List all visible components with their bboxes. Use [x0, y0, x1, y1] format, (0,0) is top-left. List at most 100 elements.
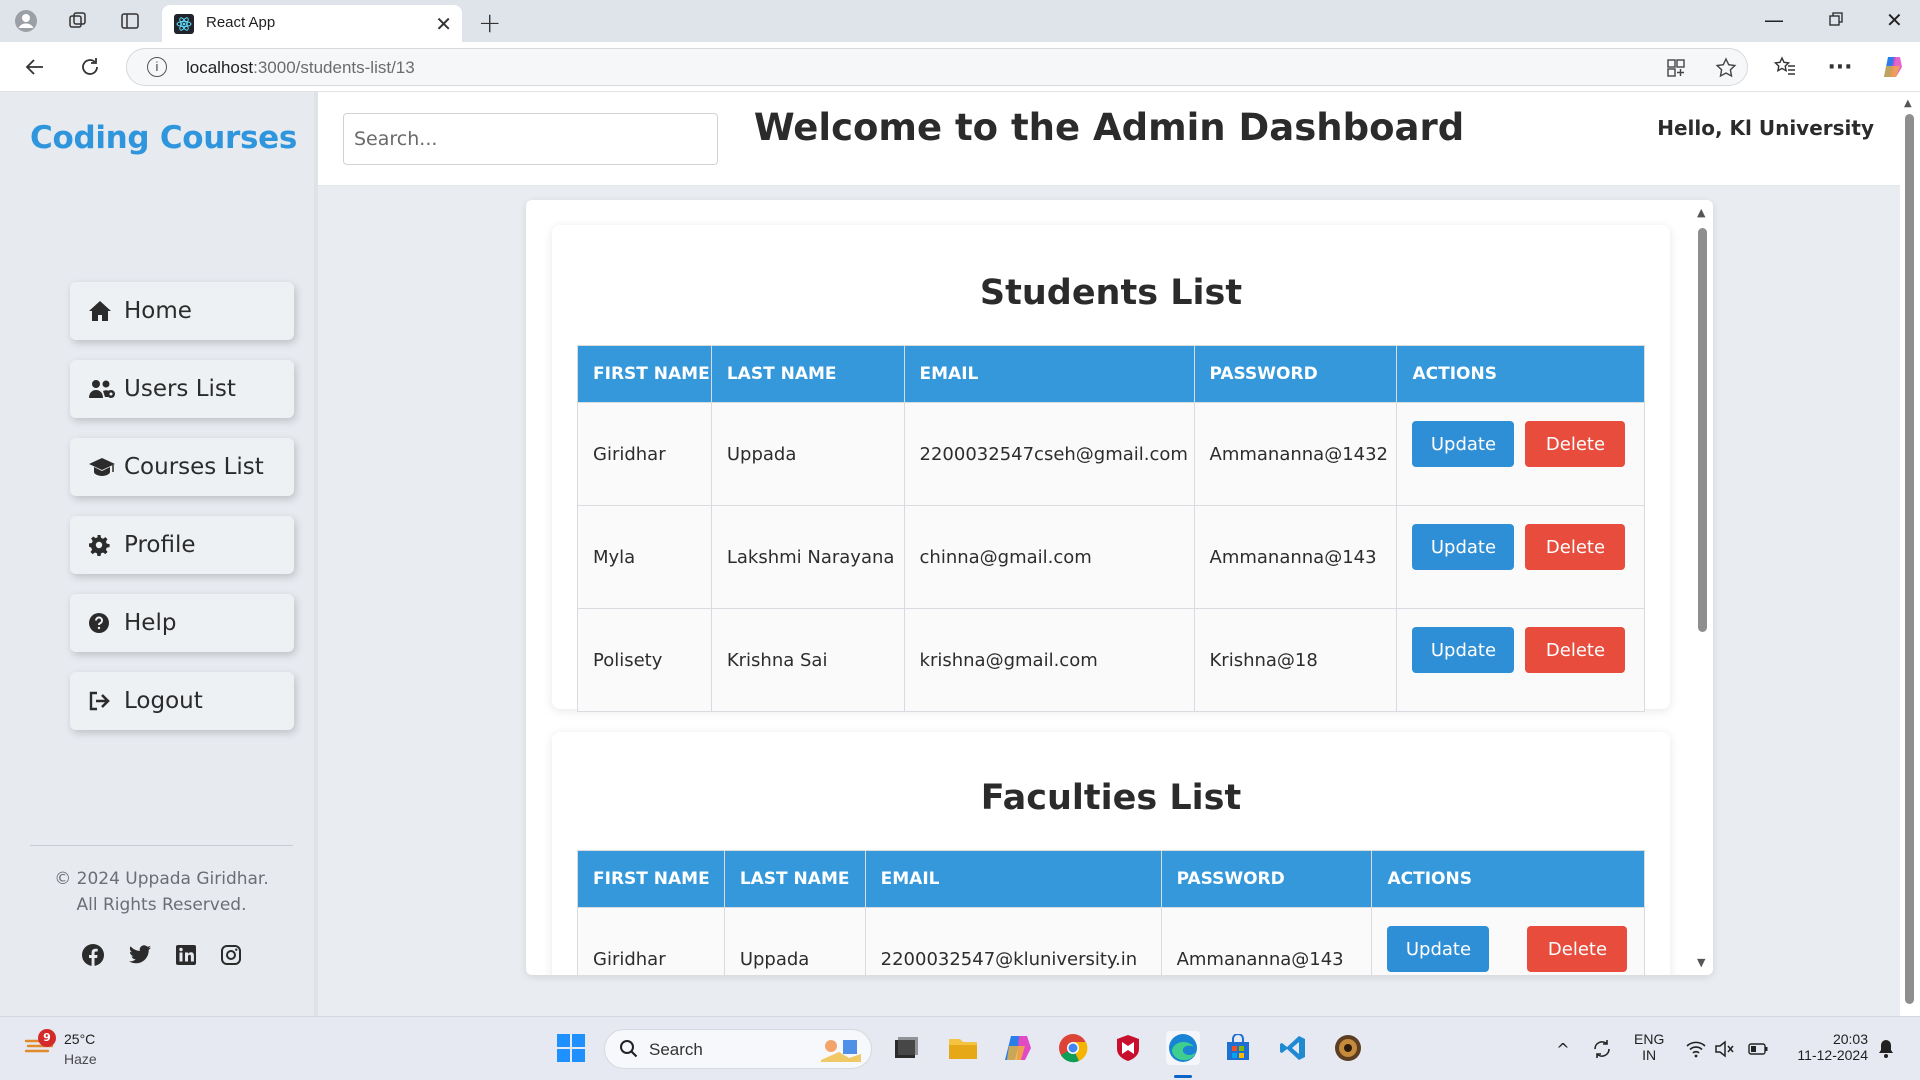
- students-title: Students List: [979, 273, 1243, 313]
- temperature: 25°C: [64, 1031, 96, 1047]
- url-text: localhost:3000/students-list/13: [186, 58, 415, 77]
- table-row: Myla Lakshmi Narayana chinna@gmail.com A…: [577, 505, 1645, 609]
- file-explorer-icon[interactable]: [946, 1031, 980, 1065]
- favorites-icon[interactable]: [1772, 54, 1798, 80]
- table-row: Polisety Krishna Sai krishna@gmail.com K…: [577, 608, 1645, 712]
- question-icon: [88, 611, 116, 635]
- favorite-star-icon[interactable]: [1715, 57, 1737, 79]
- more-options-icon[interactable]: ···: [1827, 54, 1853, 80]
- copilot-icon[interactable]: [1880, 54, 1906, 80]
- facebook-icon[interactable]: [80, 942, 106, 968]
- update-button[interactable]: Update: [1412, 421, 1515, 467]
- edge-icon[interactable]: [1166, 1031, 1200, 1065]
- delete-button[interactable]: Delete: [1527, 926, 1628, 972]
- sidebar-divider: [30, 845, 293, 846]
- search-highlight-icon: [821, 1040, 861, 1062]
- students-card: Students List FIRST NAME LAST NAME EMAIL…: [552, 225, 1670, 712]
- scroll-up-icon[interactable]: ▲: [1697, 206, 1705, 219]
- email-cell: 2200032547cseh@gmail.com: [903, 402, 1195, 506]
- restore-icon[interactable]: [1828, 8, 1844, 32]
- delete-button[interactable]: Delete: [1525, 421, 1626, 467]
- actions-cell: Update Delete: [1396, 505, 1645, 609]
- scrollbar-thumb[interactable]: [1698, 228, 1707, 632]
- refresh-icon[interactable]: [77, 54, 103, 80]
- column-header: PASSWORD: [1193, 345, 1398, 403]
- volume-muted-icon[interactable]: [1714, 1039, 1734, 1059]
- sidebar-item-home[interactable]: Home: [70, 282, 294, 340]
- sync-icon[interactable]: [1592, 1039, 1612, 1059]
- battery-icon[interactable]: [1748, 1039, 1768, 1059]
- app-available-icon[interactable]: [1665, 57, 1687, 79]
- tab-title: React App: [206, 14, 276, 31]
- update-button[interactable]: Update: [1387, 926, 1490, 972]
- workspaces-icon[interactable]: [66, 9, 90, 33]
- table-row: Giridhar Uppada 2200032547cseh@gmail.com…: [577, 402, 1645, 506]
- close-window-icon[interactable]: ✕: [1886, 8, 1903, 32]
- first-name-cell: Polisety: [577, 608, 712, 712]
- notification-bell-icon[interactable]: [1876, 1039, 1896, 1059]
- delete-button[interactable]: Delete: [1525, 627, 1626, 673]
- app-icon[interactable]: [1331, 1031, 1365, 1065]
- sidebar-item-courses-list[interactable]: Courses List: [70, 438, 294, 496]
- url-field[interactable]: i localhost:3000/students-list/13: [126, 48, 1748, 86]
- page-scrollbar[interactable]: ▲: [1900, 92, 1920, 1016]
- header: Welcome to the Admin Dashboard Hello, Kl…: [318, 92, 1900, 186]
- update-button[interactable]: Update: [1412, 524, 1515, 570]
- table-row: Giridhar Uppada 2200032547@kluniversity.…: [577, 907, 1645, 975]
- taskbar-search[interactable]: Search: [604, 1029, 872, 1069]
- sidebar-item-logout[interactable]: Logout: [70, 672, 294, 730]
- clock[interactable]: 20:03 11-12-2024: [1784, 1031, 1868, 1063]
- new-tab-icon[interactable]: +: [478, 6, 501, 39]
- sidebar-item-label: Users List: [124, 376, 236, 402]
- user-greeting: Hello, Kl University: [1657, 116, 1874, 140]
- actions-cell: Update Delete: [1396, 608, 1645, 712]
- mcafee-icon[interactable]: [1111, 1031, 1145, 1065]
- tab-actions-icon[interactable]: [118, 9, 142, 33]
- task-view-icon[interactable]: [889, 1031, 923, 1065]
- close-tab-icon[interactable]: ✕: [435, 12, 452, 36]
- last-name-cell: Lakshmi Narayana: [710, 505, 905, 609]
- scrollbar-thumb[interactable]: [1905, 114, 1914, 1004]
- sidebar-item-users-list[interactable]: Users List: [70, 360, 294, 418]
- password-cell: Ammananna@143: [1160, 907, 1373, 975]
- language-indicator[interactable]: ENG IN: [1634, 1031, 1664, 1063]
- sidebar-item-label: Help: [124, 610, 177, 636]
- sidebar-item-help[interactable]: Help: [70, 594, 294, 652]
- graduation-cap-icon: [88, 455, 116, 479]
- column-header: EMAIL: [864, 850, 1162, 908]
- actions-cell: Update Delete: [1396, 402, 1645, 506]
- microsoft-store-icon[interactable]: [1221, 1031, 1255, 1065]
- wifi-icon[interactable]: [1686, 1039, 1706, 1059]
- sidebar-item-label: Profile: [124, 532, 196, 558]
- password-cell: Krishna@18: [1193, 608, 1398, 712]
- linkedin-icon[interactable]: [173, 942, 199, 968]
- actions-cell: Update Delete: [1371, 907, 1645, 975]
- password-cell: Ammananna@1432: [1193, 402, 1398, 506]
- twitter-icon[interactable]: [127, 942, 153, 968]
- show-hidden-icons[interactable]: ^: [1553, 1039, 1573, 1059]
- column-header: LAST NAME: [710, 345, 905, 403]
- windows-start-icon[interactable]: [554, 1031, 588, 1065]
- instagram-icon[interactable]: [218, 942, 244, 968]
- update-button[interactable]: Update: [1412, 627, 1515, 673]
- minimize-icon[interactable]: —: [1764, 8, 1784, 32]
- address-bar: i localhost:3000/students-list/13 ···: [0, 42, 1920, 92]
- scroll-down-icon[interactable]: ▼: [1697, 956, 1705, 969]
- brand-title[interactable]: Coding Courses: [30, 120, 297, 156]
- profile-icon[interactable]: [14, 9, 38, 33]
- password-cell: Ammananna@143: [1193, 505, 1398, 609]
- search-icon: [620, 1040, 638, 1058]
- copilot-app-icon[interactable]: [1001, 1031, 1035, 1065]
- users-icon: [88, 377, 116, 401]
- site-info-icon[interactable]: i: [147, 57, 167, 77]
- gear-icon: [88, 533, 116, 557]
- content-scrollbar[interactable]: ▲ ▼: [1694, 200, 1713, 975]
- chrome-icon[interactable]: [1056, 1031, 1090, 1065]
- back-icon[interactable]: [22, 54, 48, 80]
- scroll-up-icon[interactable]: ▲: [1904, 98, 1912, 109]
- delete-button[interactable]: Delete: [1525, 524, 1626, 570]
- browser-tab[interactable]: React App ✕: [162, 5, 462, 42]
- column-header: EMAIL: [903, 345, 1195, 403]
- vscode-icon[interactable]: [1276, 1031, 1310, 1065]
- sidebar-item-profile[interactable]: Profile: [70, 516, 294, 574]
